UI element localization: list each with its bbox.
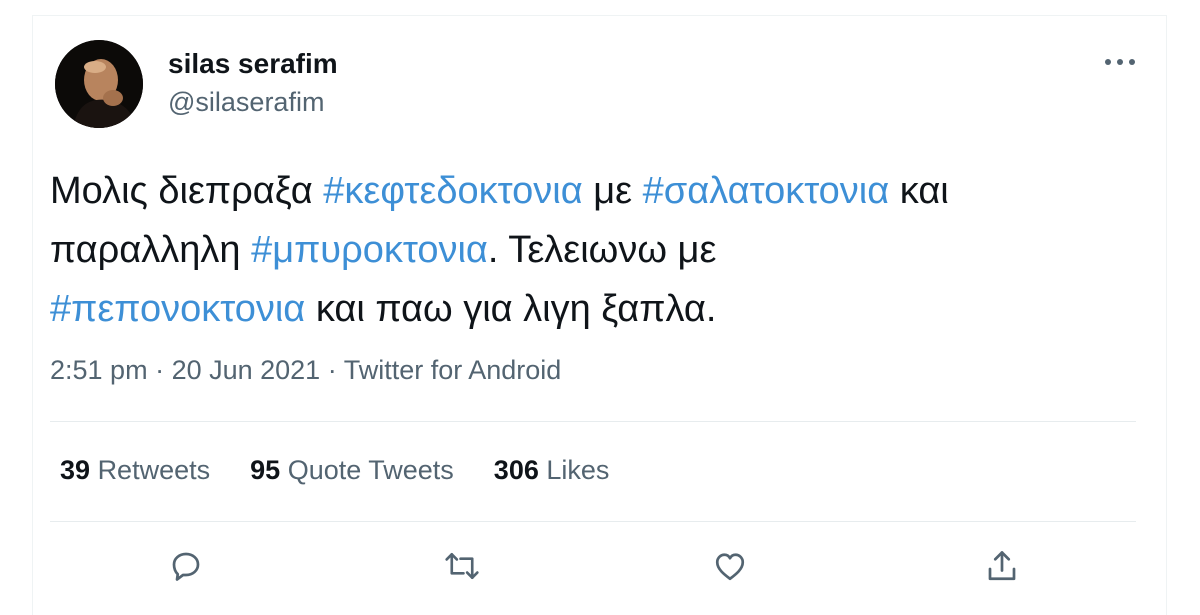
tweet-source[interactable]: Twitter for Android [344, 355, 562, 385]
heart-icon [712, 548, 748, 589]
retweets-label: Retweets [97, 455, 211, 485]
share-icon [984, 548, 1020, 589]
hashtag-link[interactable]: #σαλατοκτονια [643, 170, 890, 212]
tweet-line: Μολις διεπραξα #κεφτεδοκτονια με #σαλατο… [50, 162, 1150, 221]
more-options-icon[interactable] [1096, 46, 1144, 78]
tweet-metadata: 2:51 pm · 20 Jun 2021 · Twitter for Andr… [50, 355, 561, 386]
meta-separator: · [147, 355, 172, 385]
tweet-text-segment: με [582, 170, 643, 212]
user-handle[interactable]: @silaserafim [168, 87, 324, 118]
hashtag-link[interactable]: #κεφτεδοκτονια [323, 170, 582, 212]
divider [50, 421, 1136, 422]
meta-separator: · [320, 355, 344, 385]
quote-tweets-label: Quote Tweets [287, 455, 454, 485]
retweets-stat[interactable]: 39 Retweets [60, 455, 210, 486]
reply-button[interactable] [164, 546, 208, 590]
display-name[interactable]: silas serafim [168, 48, 338, 80]
share-button[interactable] [980, 546, 1024, 590]
tweet-line: παραλληλη #μπυροκτονια. Τελειωνω με [50, 221, 1150, 280]
tweet-text-segment: και παω για λιγη ξαπλα. [305, 288, 717, 330]
reply-icon [168, 548, 204, 589]
likes-count: 306 [493, 455, 539, 485]
likes-stat[interactable]: 306 Likes [494, 455, 610, 486]
tweet-text-segment: . Τελειωνω με [487, 229, 717, 271]
hashtag-link[interactable]: #πεπονοκτονια [50, 288, 305, 330]
hashtag-link[interactable]: #μπυροκτονια [251, 229, 488, 271]
tweet-text-segment: και [889, 170, 949, 212]
quote-tweets-count: 95 [250, 455, 281, 485]
retweets-count: 39 [60, 455, 91, 485]
quote-tweets-stat[interactable]: 95 Quote Tweets [250, 455, 454, 486]
tweet-text-segment: παραλληλη [50, 229, 252, 271]
tweet-date[interactable]: 20 Jun 2021 [172, 355, 321, 385]
like-button[interactable] [708, 546, 752, 590]
avatar[interactable] [55, 40, 143, 128]
tweet-actions [0, 546, 1200, 590]
divider [50, 521, 1136, 522]
retweet-icon [443, 548, 481, 589]
tweet-line: #πεπονοκτονια και παω για λιγη ξαπλα. [50, 280, 1150, 339]
tweet-text: Μολις διεπραξα #κεφτεδοκτονια με #σαλατο… [50, 162, 1150, 339]
tweet-text-segment: Μολις διεπραξα [50, 170, 324, 212]
retweet-button[interactable] [440, 546, 484, 590]
tweet-time[interactable]: 2:51 pm [50, 355, 148, 385]
tweet-stats: 39 Retweets 95 Quote Tweets 306 Likes [60, 455, 609, 486]
likes-label: Likes [546, 455, 610, 485]
